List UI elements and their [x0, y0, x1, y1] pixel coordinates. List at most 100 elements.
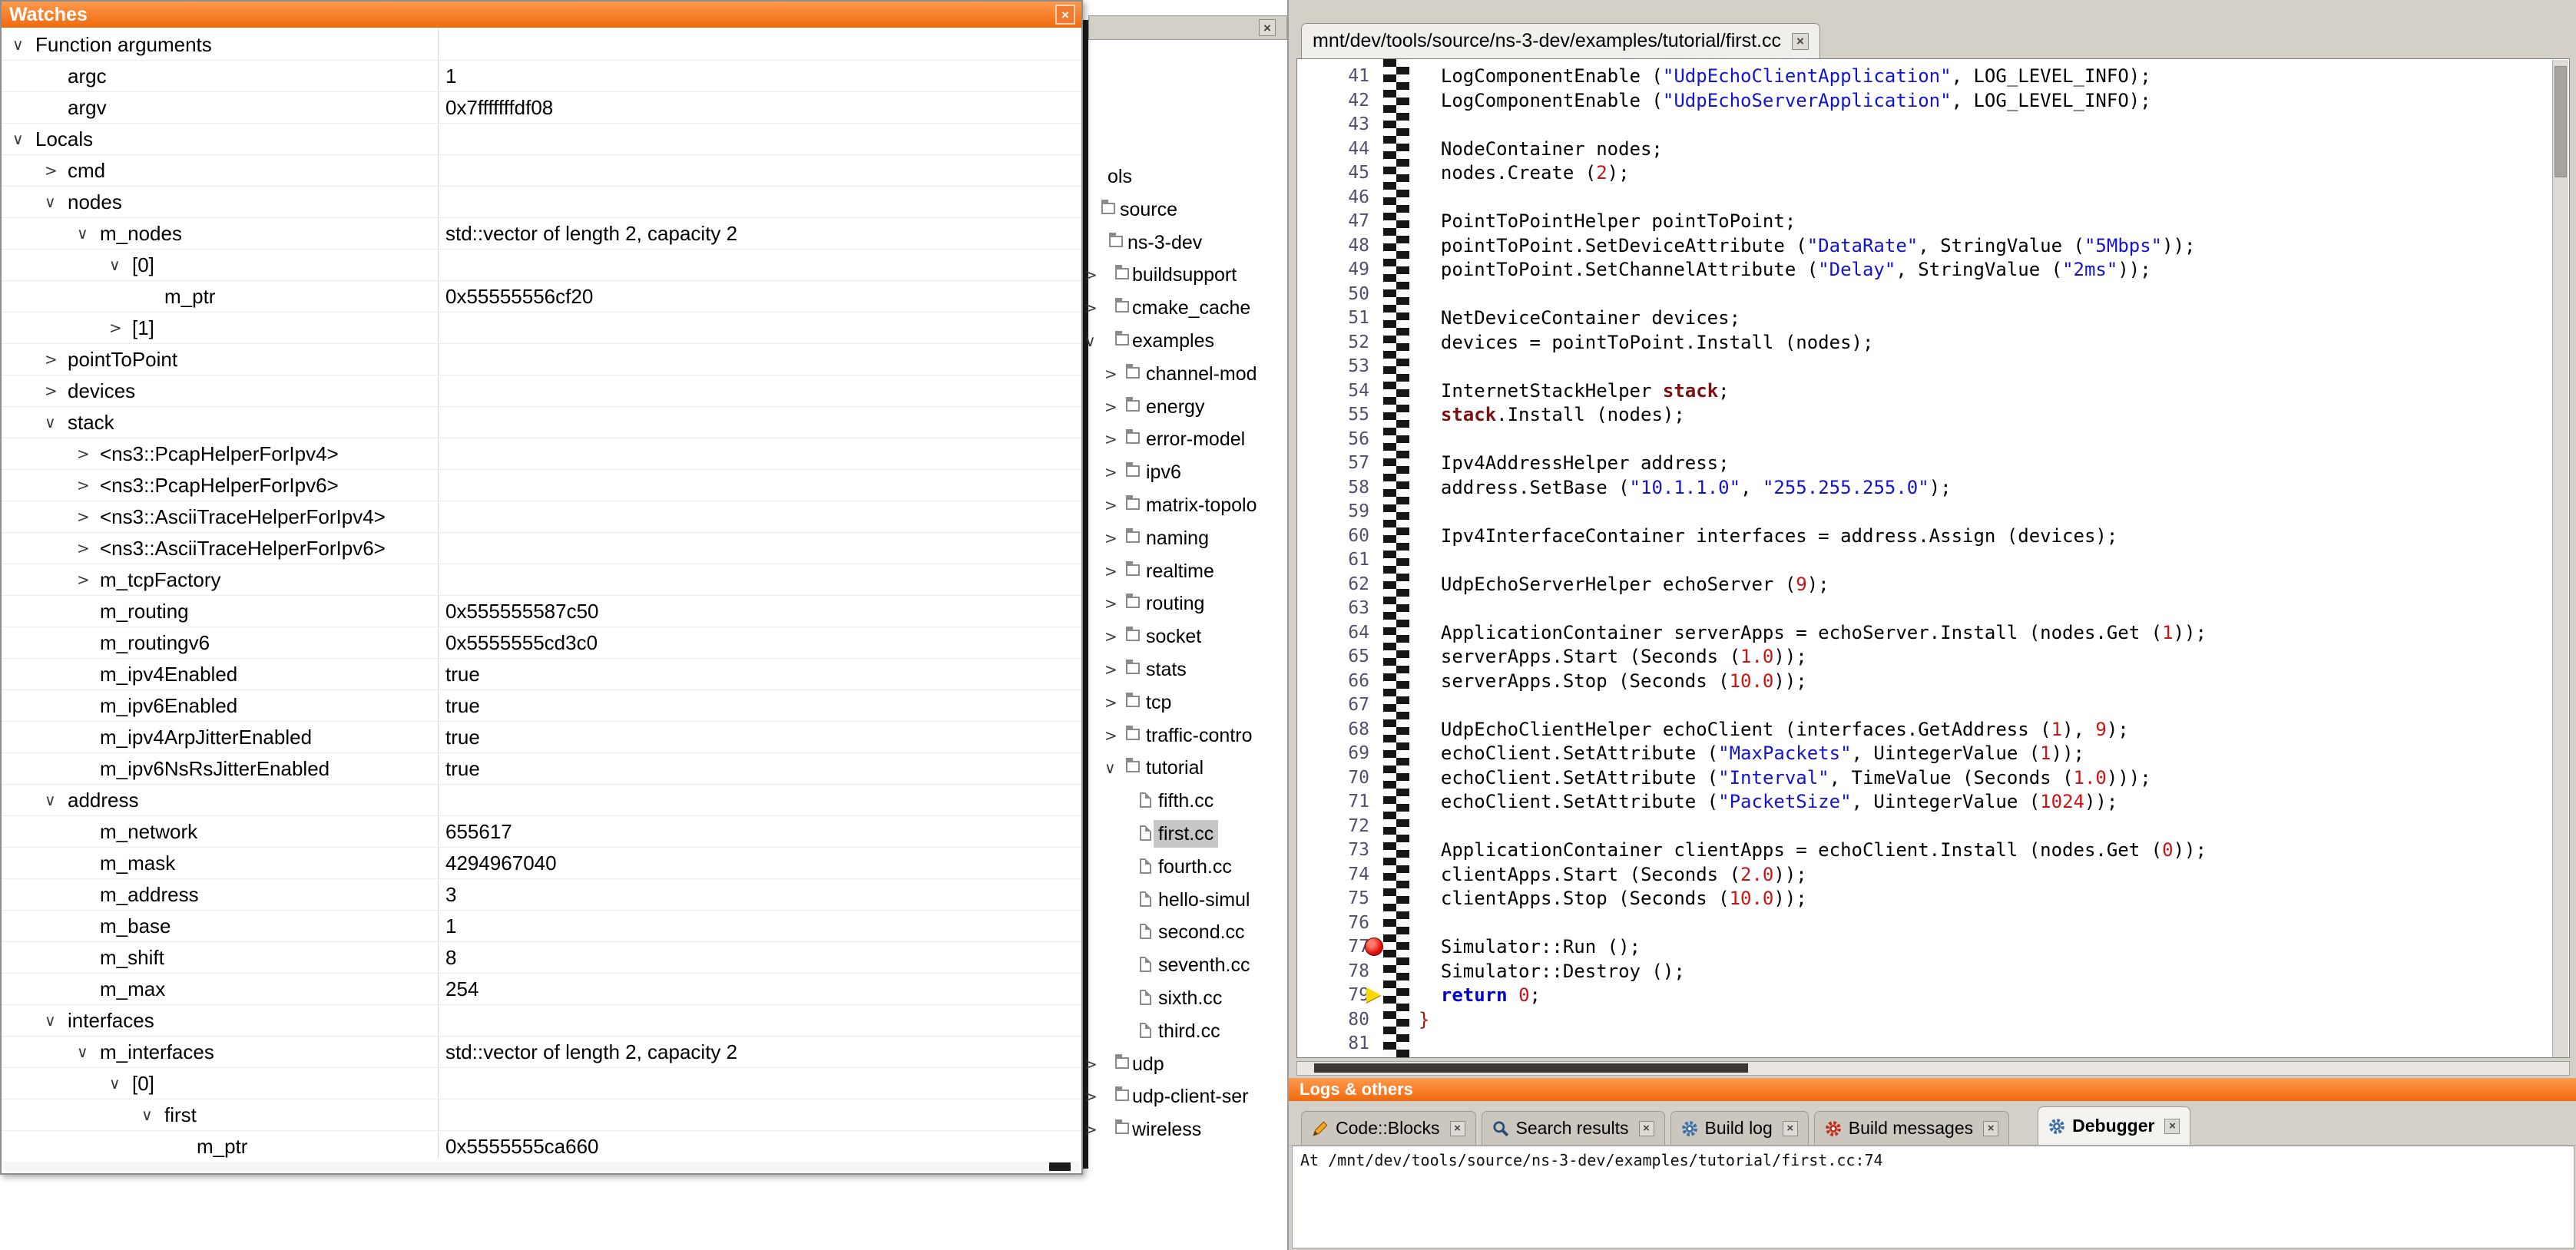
- watch-row[interactable]: ><ns3::AsciiTraceHelperForIpv4>: [2, 501, 1081, 533]
- expand-icon[interactable]: >: [1104, 728, 1117, 743]
- watch-row[interactable]: ∨m_nodesstd::vector of length 2, capacit…: [2, 218, 1081, 250]
- expand-icon[interactable]: >: [1104, 432, 1117, 447]
- editor-hscrollbar[interactable]: [1296, 1061, 2570, 1076]
- tree-item-sixth-cc[interactable]: sixth.cc: [1084, 984, 1287, 1012]
- close-icon[interactable]: ×: [2164, 1119, 2180, 1134]
- tab-debugger[interactable]: Debugger×: [2038, 1106, 2190, 1145]
- expand-icon[interactable]: >: [1104, 564, 1117, 579]
- scrollbar-handle[interactable]: [2554, 66, 2567, 177]
- tree-item-ols[interactable]: ols: [1084, 163, 1287, 190]
- collapse-icon[interactable]: ∨: [77, 1044, 88, 1060]
- tree-item-routing[interactable]: >routing: [1084, 590, 1287, 617]
- tree-item-buildsupport[interactable]: >buildsupport: [1084, 261, 1287, 289]
- watch-row[interactable]: m_ptr0x5555555ca660: [2, 1131, 1081, 1159]
- collapse-icon[interactable]: ∨: [45, 792, 56, 808]
- tree-item-seventh-cc[interactable]: seventh.cc: [1084, 951, 1287, 979]
- tab-build-log[interactable]: Build log×: [1670, 1111, 1809, 1145]
- watch-row[interactable]: ><ns3::PcapHelperForIpv4>: [2, 438, 1081, 470]
- watch-row[interactable]: m_ipv4ArpJitterEnabledtrue: [2, 722, 1081, 753]
- tree-item-source[interactable]: source: [1084, 196, 1287, 223]
- watch-row[interactable]: m_routingv60x5555555cd3c0: [2, 627, 1081, 659]
- tree-item-realtime[interactable]: >realtime: [1084, 557, 1287, 585]
- watch-row[interactable]: >m_tcpFactory: [2, 564, 1081, 596]
- expand-icon[interactable]: >: [109, 320, 122, 336]
- watch-row[interactable]: m_base1: [2, 911, 1081, 942]
- watch-row[interactable]: m_max254: [2, 974, 1081, 1005]
- tab-code-blocks[interactable]: Code::Blocks×: [1301, 1111, 1476, 1145]
- expand-icon[interactable]: >: [1104, 399, 1117, 415]
- collapse-icon[interactable]: ∨: [45, 1013, 56, 1028]
- watch-row[interactable]: m_ipv6NsRsJitterEnabledtrue: [2, 753, 1081, 785]
- expand-icon[interactable]: >: [1104, 531, 1117, 546]
- watch-row[interactable]: ><ns3::AsciiTraceHelperForIpv6>: [2, 533, 1081, 564]
- expand-icon[interactable]: >: [1104, 629, 1117, 644]
- expand-icon[interactable]: >: [77, 446, 90, 461]
- expand-icon[interactable]: >: [77, 572, 90, 587]
- tree-item-ipv6[interactable]: >ipv6: [1084, 458, 1287, 486]
- watch-row[interactable]: ∨first: [2, 1100, 1081, 1131]
- tree-item-socket[interactable]: >socket: [1084, 623, 1287, 650]
- tree-item-energy[interactable]: >energy: [1084, 393, 1287, 421]
- expand-icon[interactable]: >: [1104, 366, 1117, 382]
- watch-row[interactable]: m_ipv4Enabledtrue: [2, 659, 1081, 690]
- tree-item-udp[interactable]: >udp: [1084, 1050, 1287, 1078]
- watch-row[interactable]: ∨Function arguments: [2, 29, 1081, 61]
- close-icon[interactable]: ×: [1792, 33, 1809, 50]
- code-editor[interactable]: 41 LogComponentEnable ("UdpEchoClientApp…: [1296, 58, 2570, 1058]
- collapse-icon[interactable]: ∨: [109, 257, 121, 273]
- watch-row[interactable]: ∨Locals: [2, 124, 1081, 155]
- watch-row[interactable]: >[1]: [2, 312, 1081, 344]
- watch-row[interactable]: m_network655617: [2, 816, 1081, 848]
- watch-row[interactable]: m_routing0x555555587c50: [2, 596, 1081, 627]
- tree-item-fourth-cc[interactable]: fourth.cc: [1084, 853, 1287, 881]
- breakpoint-icon[interactable]: [1365, 938, 1383, 956]
- expand-icon[interactable]: >: [45, 163, 58, 178]
- watch-row[interactable]: >pointToPoint: [2, 344, 1081, 375]
- collapse-icon[interactable]: ∨: [109, 1076, 121, 1091]
- expand-icon[interactable]: >: [1104, 662, 1117, 677]
- tree-item-traffic-contro[interactable]: >traffic-contro: [1084, 722, 1287, 749]
- watches-titlebar[interactable]: Watches ×: [2, 2, 1081, 28]
- expand-icon[interactable]: >: [77, 509, 90, 524]
- tree-item-fifth-cc[interactable]: fifth.cc: [1084, 787, 1287, 815]
- watch-row[interactable]: m_ptr0x55555556cf20: [2, 281, 1081, 312]
- scrollbar-handle[interactable]: [1049, 1162, 1071, 1171]
- close-icon[interactable]: ×: [1783, 1121, 1798, 1136]
- close-icon[interactable]: ×: [1450, 1121, 1465, 1136]
- watch-row[interactable]: ∨[0]: [2, 1068, 1081, 1100]
- tab-build-messages[interactable]: Build messages×: [1814, 1111, 2009, 1145]
- close-icon[interactable]: ×: [1983, 1121, 1998, 1136]
- watch-row[interactable]: ∨nodes: [2, 187, 1081, 218]
- tab-search-results[interactable]: Search results×: [1482, 1111, 1665, 1145]
- watch-row[interactable]: m_address3: [2, 879, 1081, 911]
- tree-item-error-model[interactable]: >error-model: [1084, 425, 1287, 453]
- tree-item-hello-simul[interactable]: hello-simul: [1084, 886, 1287, 914]
- tree-item-channel-mod[interactable]: >channel-mod: [1084, 360, 1287, 388]
- expand-icon[interactable]: >: [77, 541, 90, 556]
- tree-item-tutorial[interactable]: ∨tutorial: [1084, 754, 1287, 782]
- expand-icon[interactable]: >: [45, 352, 58, 367]
- watch-row[interactable]: ∨[0]: [2, 250, 1081, 281]
- expand-icon[interactable]: >: [1104, 465, 1117, 480]
- watch-row[interactable]: m_mask4294967040: [2, 848, 1081, 879]
- collapse-icon[interactable]: ∨: [12, 37, 24, 52]
- watch-row[interactable]: >devices: [2, 375, 1081, 407]
- tree-item-matrix-topolo[interactable]: >matrix-topolo: [1084, 491, 1287, 519]
- scrollbar-handle[interactable]: [1314, 1063, 1748, 1073]
- expand-icon[interactable]: >: [1104, 596, 1117, 611]
- collapse-icon[interactable]: ∨: [12, 131, 24, 147]
- expand-icon[interactable]: >: [77, 478, 90, 493]
- collapse-icon[interactable]: ∨: [77, 226, 88, 241]
- expand-icon[interactable]: >: [1104, 695, 1117, 710]
- watches-hscrollbar[interactable]: [3, 1162, 1080, 1172]
- close-icon[interactable]: ×: [1639, 1121, 1654, 1136]
- expand-icon[interactable]: >: [1084, 300, 1098, 316]
- editor-vscrollbar[interactable]: [2552, 60, 2568, 1058]
- expand-icon[interactable]: >: [1104, 498, 1117, 513]
- tree-item-examples[interactable]: ∨examples: [1084, 327, 1287, 355]
- watch-row[interactable]: ∨interfaces: [2, 1005, 1081, 1037]
- watch-row[interactable]: ∨address: [2, 785, 1081, 816]
- tree-item-third-cc[interactable]: third.cc: [1084, 1017, 1287, 1045]
- expand-icon[interactable]: >: [1084, 267, 1098, 283]
- tree-item-second-cc[interactable]: second.cc: [1084, 918, 1287, 946]
